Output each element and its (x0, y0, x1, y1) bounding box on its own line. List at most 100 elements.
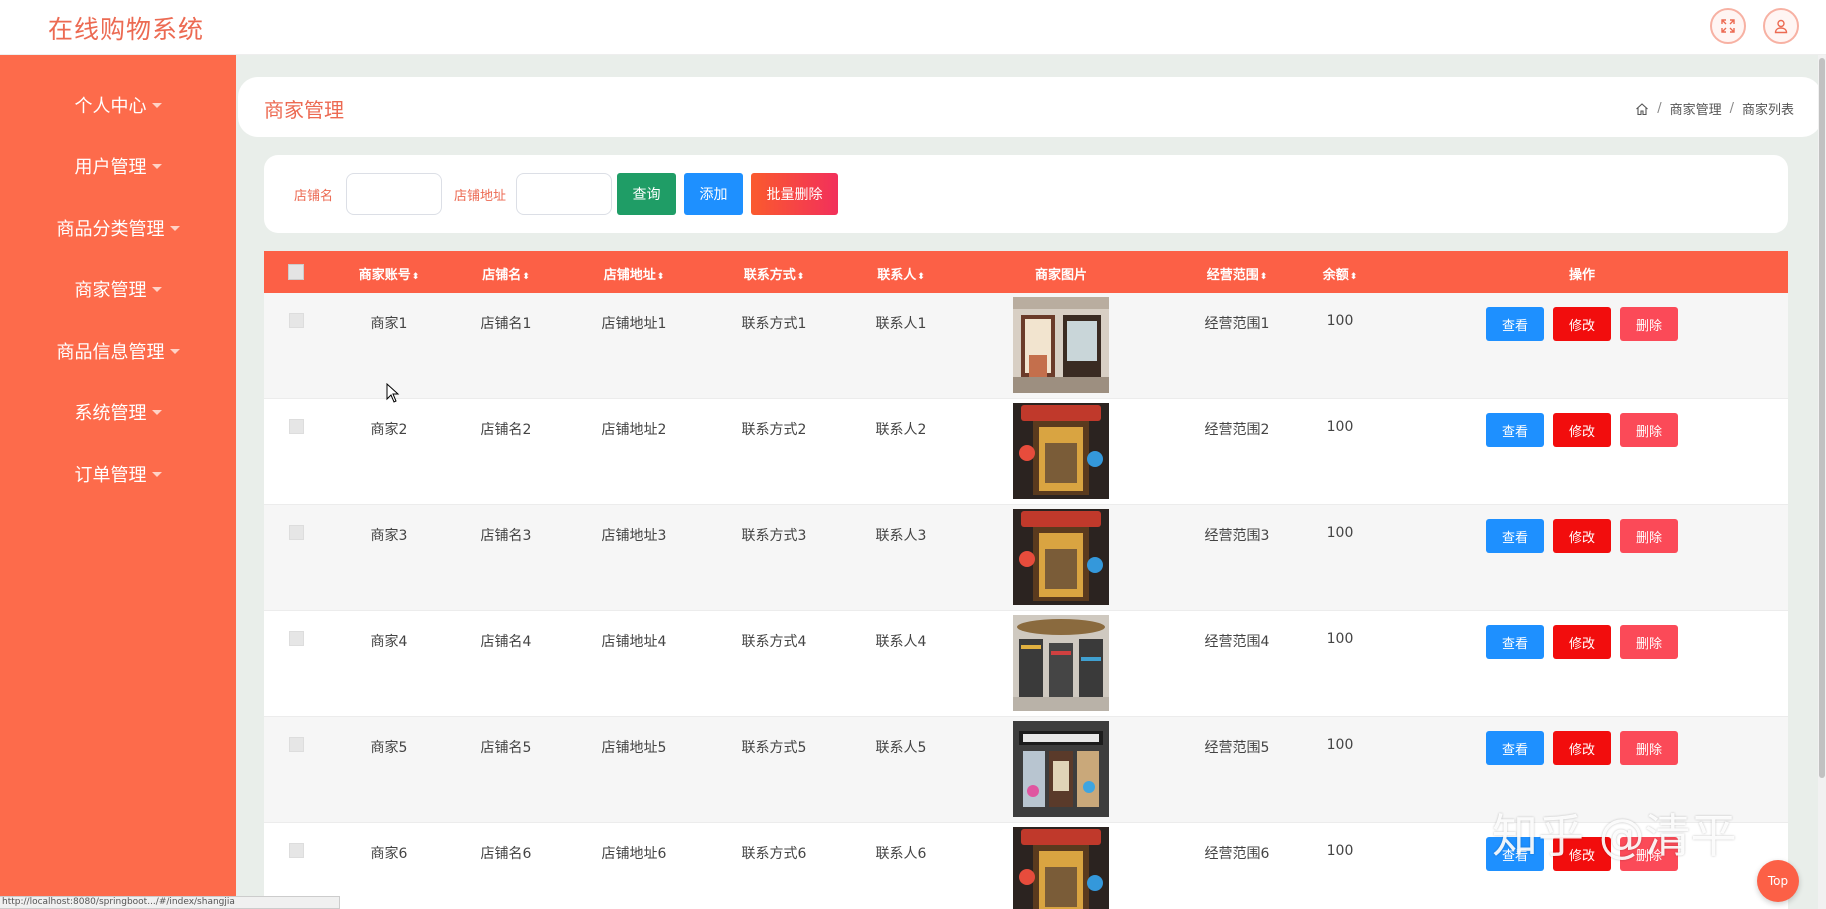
sidebar-item-order-management[interactable]: 订单管理 (0, 454, 236, 494)
sidebar-item-label: 用户管理 (74, 157, 147, 178)
sort-icon: ⬍ (522, 272, 530, 282)
delete-button[interactable]: 删除 (1620, 625, 1678, 659)
sidebar-item-personal-center[interactable]: 个人中心 (0, 85, 236, 125)
edit-button[interactable]: 修改 (1553, 837, 1611, 871)
sidebar-item-user-management[interactable]: 用户管理 (0, 146, 236, 186)
view-button[interactable]: 查看 (1486, 307, 1544, 341)
business-scope: 经营范围2 (1204, 422, 1270, 438)
edit-button[interactable]: 修改 (1553, 519, 1611, 553)
contact-info: 联系方式3 (741, 528, 807, 544)
sort-icon: ⬍ (411, 272, 420, 282)
mouse-cursor-icon (386, 383, 400, 403)
shop-name-input[interactable] (346, 173, 442, 215)
sidebar-item-label: 系统管理 (74, 403, 147, 424)
caret-down-icon (151, 409, 162, 415)
caret-down-icon (151, 471, 162, 477)
back-to-top-button[interactable]: Top (1757, 860, 1799, 902)
merchant-image[interactable] (1013, 615, 1109, 711)
user-icon[interactable] (1763, 8, 1799, 44)
shop-name: 店铺名2 (480, 422, 532, 438)
edit-button[interactable]: 修改 (1553, 731, 1611, 765)
delete-button[interactable]: 删除 (1620, 307, 1678, 341)
column-header[interactable]: 店铺地址⬍ (604, 264, 665, 283)
sidebar-item-product-management[interactable]: 商品信息管理 (0, 331, 236, 371)
breadcrumb-item: 商家列表 (1741, 103, 1794, 118)
caret-down-icon (169, 225, 180, 231)
status-bar: http://localhost:8080/springboot.../#/in… (0, 896, 340, 909)
row-checkbox[interactable] (289, 525, 304, 540)
breadcrumb-separator: / (1657, 101, 1662, 116)
table-row: 商家5 店铺名5 店铺地址5 联系方式5 联系人5 经营范围5 100 查看 修… (264, 717, 1788, 823)
merchant-image[interactable] (1013, 403, 1109, 499)
caret-down-icon (151, 102, 162, 108)
column-header[interactable]: 联系方式⬍ (744, 264, 805, 283)
merchant-account: 商家1 (370, 316, 408, 332)
merchant-account: 商家4 (370, 634, 408, 650)
view-button[interactable]: 查看 (1486, 625, 1544, 659)
edit-button[interactable]: 修改 (1553, 413, 1611, 447)
edit-button[interactable]: 修改 (1553, 307, 1611, 341)
column-header[interactable]: 余额⬍ (1323, 264, 1358, 283)
sidebar-item-category-management[interactable]: 商品分类管理 (0, 208, 236, 248)
contact-info: 联系方式4 (741, 634, 807, 650)
shop-name-label: 店铺名 (294, 189, 334, 204)
view-button[interactable]: 查看 (1486, 837, 1544, 871)
table-row: 商家6 店铺名6 店铺地址6 联系方式6 联系人6 经营范围6 100 查看 修… (264, 823, 1788, 909)
balance: 100 (1326, 737, 1354, 753)
sort-icon: ⬍ (656, 272, 665, 282)
delete-button[interactable]: 删除 (1620, 837, 1678, 871)
row-checkbox[interactable] (289, 631, 304, 646)
shop-address-input[interactable] (516, 173, 612, 215)
sort-icon: ⬍ (796, 272, 805, 282)
merchant-image[interactable] (1013, 721, 1109, 817)
shop-name: 店铺名6 (480, 846, 532, 862)
batch-delete-button[interactable]: 批量删除 (751, 173, 838, 215)
column-header[interactable]: 经营范围⬍ (1207, 264, 1268, 283)
business-scope: 经营范围5 (1204, 740, 1270, 756)
view-button[interactable]: 查看 (1486, 519, 1544, 553)
sidebar-item-system-management[interactable]: 系统管理 (0, 392, 236, 432)
column-header[interactable]: 店铺名⬍ (482, 264, 530, 283)
add-button[interactable]: 添加 (684, 173, 743, 215)
column-header[interactable]: 联系人⬍ (877, 264, 925, 283)
merchant-image[interactable] (1013, 509, 1109, 605)
row-checkbox[interactable] (289, 737, 304, 752)
sidebar-item-merchant-management[interactable]: 商家管理 (0, 269, 236, 309)
shop-name: 店铺名1 (480, 316, 532, 332)
edit-button[interactable]: 修改 (1553, 625, 1611, 659)
contact-person: 联系人4 (875, 634, 927, 650)
column-header[interactable]: 商家账号⬍ (359, 264, 420, 283)
sidebar-item-label: 订单管理 (74, 465, 147, 486)
delete-button[interactable]: 删除 (1620, 413, 1678, 447)
fullscreen-icon[interactable] (1710, 8, 1746, 44)
table-row: 商家3 店铺名3 店铺地址3 联系方式3 联系人3 经营范围3 100 查看 修… (264, 505, 1788, 611)
merchant-image[interactable] (1013, 827, 1109, 909)
page-header: 商家管理 / 商家管理 / 商家列表 (238, 77, 1822, 137)
shop-address: 店铺地址6 (601, 846, 667, 862)
home-icon[interactable] (1635, 102, 1649, 116)
query-button[interactable]: 查询 (617, 173, 676, 215)
row-checkbox[interactable] (289, 843, 304, 858)
breadcrumb: / 商家管理 / 商家列表 (1635, 99, 1794, 118)
sort-icon: ⬍ (1349, 272, 1358, 282)
row-checkbox[interactable] (289, 313, 304, 328)
contact-info: 联系方式6 (741, 846, 807, 862)
contact-info: 联系方式1 (741, 316, 807, 332)
contact-person: 联系人2 (875, 422, 927, 438)
delete-button[interactable]: 删除 (1620, 519, 1678, 553)
scrollbar-thumb[interactable] (1819, 58, 1825, 778)
view-button[interactable]: 查看 (1486, 413, 1544, 447)
breadcrumb-item[interactable]: 商家管理 (1670, 99, 1722, 118)
select-all-checkbox[interactable] (288, 264, 304, 280)
row-checkbox[interactable] (289, 419, 304, 434)
sidebar-item-label: 商品分类管理 (56, 219, 165, 240)
merchant-image[interactable] (1013, 297, 1109, 393)
merchant-account: 商家3 (370, 528, 408, 544)
table-row: 商家4 店铺名4 店铺地址4 联系方式4 联系人4 经营范围4 100 查看 修… (264, 611, 1788, 717)
delete-button[interactable]: 删除 (1620, 731, 1678, 765)
search-bar: 店铺名 店铺地址 查询 添加 批量删除 (264, 155, 1788, 233)
shop-address: 店铺地址4 (601, 634, 667, 650)
merchant-account: 商家6 (370, 846, 408, 862)
business-scope: 经营范围4 (1204, 634, 1270, 650)
view-button[interactable]: 查看 (1486, 731, 1544, 765)
